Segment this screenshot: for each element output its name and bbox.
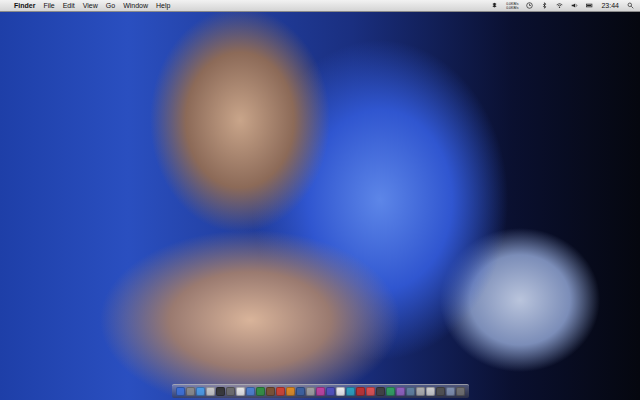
app-icon[interactable] bbox=[446, 387, 455, 396]
app-icon[interactable] bbox=[356, 387, 365, 396]
app-icon[interactable] bbox=[176, 387, 185, 396]
app-icon[interactable] bbox=[366, 387, 375, 396]
app-icon[interactable] bbox=[266, 387, 275, 396]
menu-item[interactable]: Go bbox=[106, 0, 115, 11]
time-machine-icon[interactable] bbox=[526, 2, 533, 9]
menu-item[interactable]: View bbox=[83, 0, 98, 11]
app-icon[interactable] bbox=[426, 387, 435, 396]
app-icon[interactable] bbox=[396, 387, 405, 396]
app-icon[interactable] bbox=[256, 387, 265, 396]
app-icon[interactable] bbox=[226, 387, 235, 396]
app-icon[interactable] bbox=[436, 387, 445, 396]
network-meter: 0.0KB/s0.0KB/s bbox=[506, 2, 518, 10]
wifi-icon[interactable] bbox=[556, 2, 563, 9]
app-icon[interactable] bbox=[406, 387, 415, 396]
menu-item[interactable]: Help bbox=[156, 0, 170, 11]
menu-item[interactable]: File bbox=[43, 0, 54, 11]
clock[interactable]: 23:44 bbox=[601, 0, 619, 11]
network-reading: 0.0KB/s bbox=[506, 2, 518, 6]
menu-bar: Finder File Edit View Go Window Help 0.0KB/s0.… bbox=[0, 0, 640, 12]
battery-icon[interactable] bbox=[586, 2, 593, 9]
dock bbox=[172, 384, 469, 398]
app-icon[interactable] bbox=[276, 387, 285, 396]
network-reading: 0.0KB/s bbox=[506, 6, 518, 10]
spotlight-icon[interactable] bbox=[627, 2, 634, 9]
app-icon[interactable] bbox=[376, 387, 385, 396]
app-icon[interactable] bbox=[286, 387, 295, 396]
bluetooth-icon[interactable] bbox=[541, 2, 548, 9]
app-icon[interactable] bbox=[206, 387, 215, 396]
dropbox-icon[interactable] bbox=[491, 2, 498, 9]
app-icon[interactable] bbox=[296, 387, 305, 396]
app-icon[interactable] bbox=[346, 387, 355, 396]
desktop: Finder File Edit View Go Window Help 0.0KB/s0.… bbox=[0, 0, 640, 400]
menu-item[interactable]: Edit bbox=[63, 0, 75, 11]
app-icon[interactable] bbox=[186, 387, 195, 396]
app-icon[interactable] bbox=[306, 387, 315, 396]
app-icon[interactable] bbox=[216, 387, 225, 396]
app-icon[interactable] bbox=[326, 387, 335, 396]
app-icon[interactable] bbox=[456, 387, 465, 396]
app-icon[interactable] bbox=[246, 387, 255, 396]
wallpaper bbox=[0, 12, 640, 384]
app-icon[interactable] bbox=[336, 387, 345, 396]
menu-item[interactable]: Finder bbox=[14, 0, 35, 11]
app-icon[interactable] bbox=[386, 387, 395, 396]
app-icon[interactable] bbox=[236, 387, 245, 396]
volume-icon[interactable] bbox=[571, 2, 578, 9]
app-icon[interactable] bbox=[316, 387, 325, 396]
menu-item[interactable]: Window bbox=[123, 0, 148, 11]
app-icon[interactable] bbox=[196, 387, 205, 396]
app-icon[interactable] bbox=[416, 387, 425, 396]
